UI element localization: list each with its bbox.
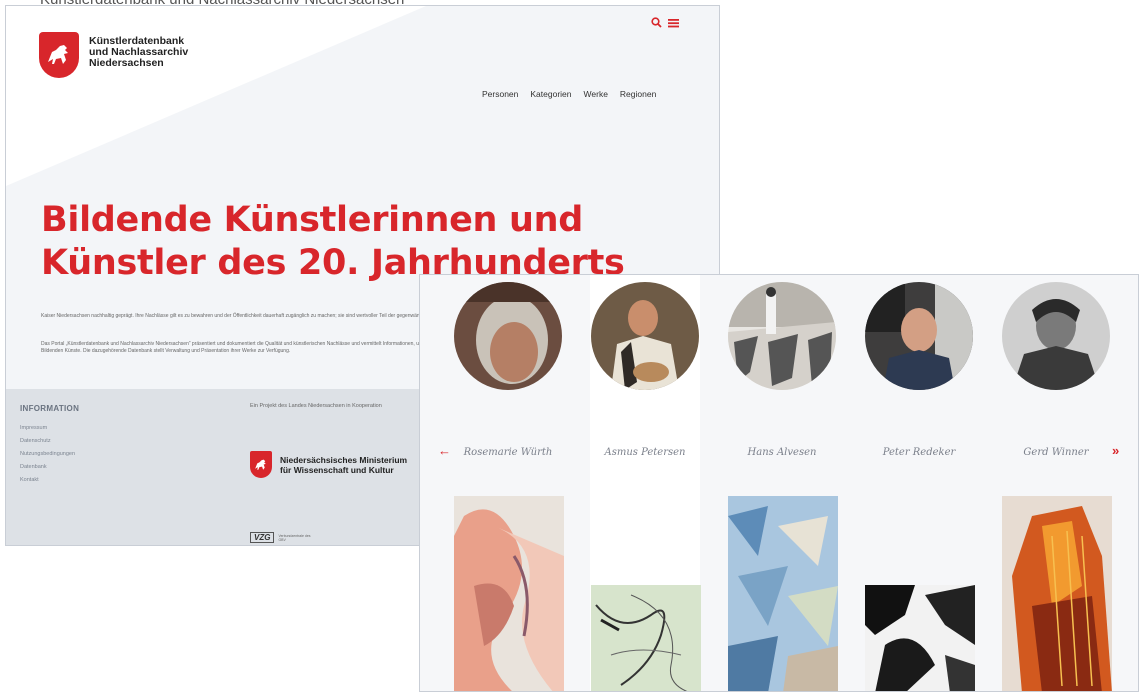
vzg-caption: Verbundzentrale des GBV <box>278 533 311 542</box>
crest-icon <box>39 32 79 78</box>
nav-item-werke[interactable]: Werke <box>584 89 608 99</box>
header-icons <box>651 15 679 31</box>
artwork-image[interactable] <box>1002 496 1112 691</box>
crest-icon <box>250 451 272 478</box>
search-icon[interactable] <box>651 15 662 31</box>
artist-name[interactable]: Peter Redeker <box>854 447 984 458</box>
artwork-image[interactable] <box>865 585 975 691</box>
menu-icon[interactable] <box>668 15 679 31</box>
artist-carousel-screenshot: ← Rosemarie Würth Asmus Petersen Hans Al… <box>419 274 1139 692</box>
vzg-logo[interactable]: VZG Verbundzentrale des GBV <box>250 532 318 543</box>
footer-link-datenbank[interactable]: Datenbank <box>20 461 75 474</box>
ministry-name: Niedersächsisches Ministerium für Wissen… <box>280 455 430 475</box>
artist-name[interactable]: Asmus Petersen <box>580 447 710 458</box>
artist-portrait[interactable] <box>1002 282 1110 390</box>
main-nav: Personen Kategorien Werke Regionen <box>482 89 656 99</box>
artist-portrait[interactable] <box>865 282 973 390</box>
artist-portrait[interactable] <box>591 282 699 390</box>
ministry-line: für Wissenschaft und Kultur <box>280 464 394 475</box>
hero-heading: Bildende Künstlerinnen und Künstler des … <box>41 199 641 285</box>
artwork-image[interactable] <box>728 496 838 691</box>
artwork-image[interactable] <box>591 585 701 691</box>
site-logo[interactable]: Künstlerdatenbank und Nachlassarchiv Nie… <box>39 32 199 78</box>
footer-info-heading: INFORMATION <box>20 404 80 413</box>
footer-links: Impressum Datenschutz Nutzungsbedingunge… <box>20 422 75 487</box>
ministry-line: Niedersächsisches Ministerium <box>280 454 408 465</box>
nav-item-kategorien[interactable]: Kategorien <box>530 89 571 99</box>
vzg-mark: VZG <box>250 532 275 543</box>
ministry-logo[interactable]: Niedersächsisches Ministerium für Wissen… <box>250 451 430 478</box>
project-note: Ein Projekt des Landes Niedersachsen in … <box>250 403 382 409</box>
artist-name[interactable]: Gerd Winner <box>991 447 1121 458</box>
footer-link-datenschutz[interactable]: Datenschutz <box>20 435 75 448</box>
artist-name[interactable]: Hans Alvesen <box>717 447 847 458</box>
footer-link-impressum[interactable]: Impressum <box>20 422 75 435</box>
footer-link-kontakt[interactable]: Kontakt <box>20 474 75 487</box>
brand-name: Künstlerdatenbank und Nachlassarchiv Nie… <box>89 36 199 69</box>
artist-portrait[interactable] <box>454 282 562 390</box>
artwork-image[interactable] <box>454 496 564 691</box>
artist-portrait[interactable] <box>728 282 836 390</box>
nav-item-regionen[interactable]: Regionen <box>620 89 656 99</box>
hero-line: Bildende Künstlerinnen und <box>41 200 584 240</box>
arrow-right-icon[interactable]: » <box>1112 443 1119 458</box>
brand-line: Niedersachsen <box>89 57 164 69</box>
footer-link-nutzungsbedingungen[interactable]: Nutzungsbedingungen <box>20 448 75 461</box>
nav-item-personen[interactable]: Personen <box>482 89 518 99</box>
artist-name[interactable]: Rosemarie Würth <box>443 447 573 458</box>
